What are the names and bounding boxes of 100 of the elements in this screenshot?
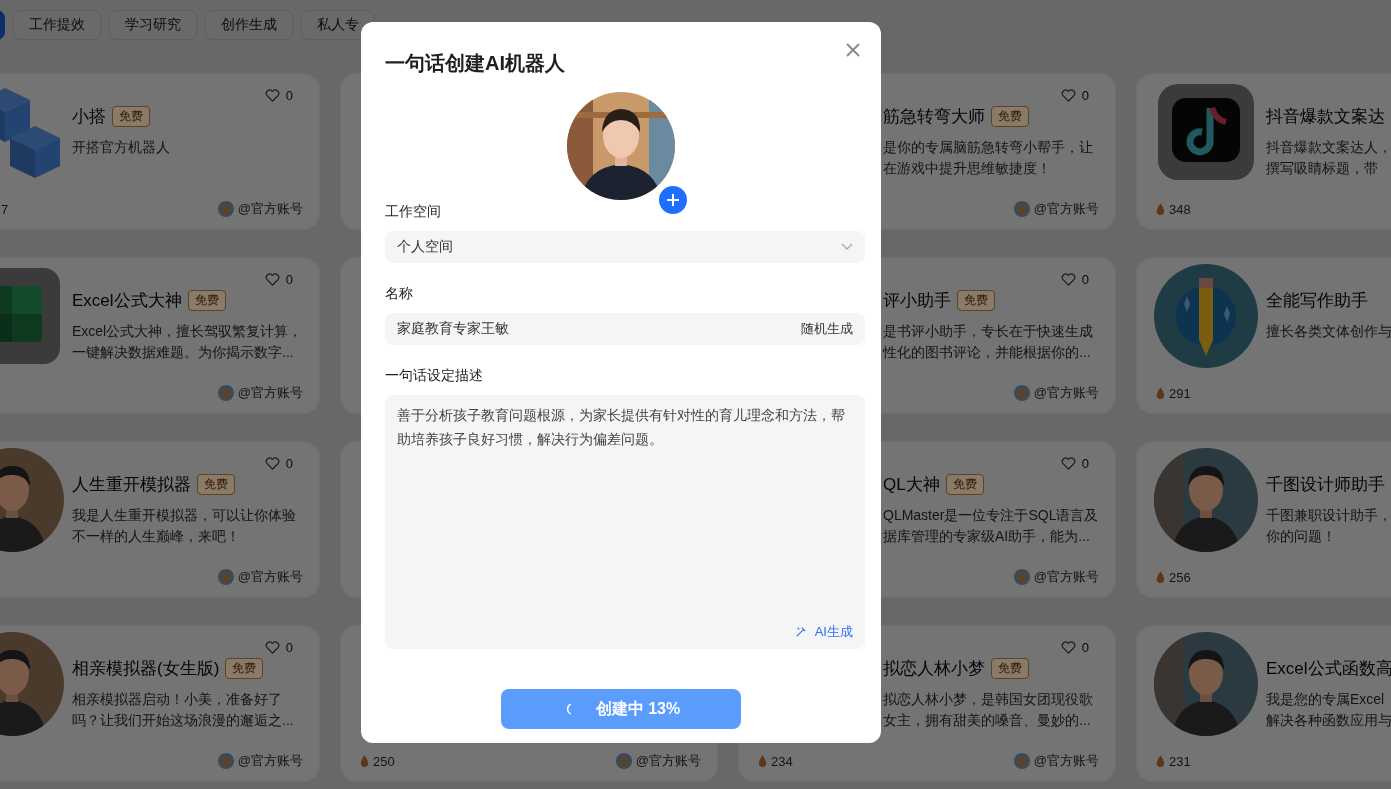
- field-label: 工作空间: [385, 203, 442, 221]
- like-count: 0: [285, 271, 293, 287]
- free-tag: 免费: [945, 473, 984, 495]
- dialog-title: 一句话创建AI机器人: [385, 51, 566, 76]
- bot-name: Excel公式函数高: [1266, 657, 1391, 680]
- bot-name: 筋急转弯大师: [883, 105, 985, 128]
- like-count: 0: [285, 639, 293, 655]
- heart-icon[interactable]: [1060, 455, 1076, 471]
- author-avatar-icon: [217, 201, 234, 217]
- author-name: @官方账号: [1033, 568, 1099, 586]
- bot-card[interactable]: 千图设计师助手 千图兼职设计助手， 你的问题！ 256: [1136, 441, 1391, 598]
- category-tab[interactable]: 私人专: [301, 10, 375, 40]
- magic-wand-icon: [794, 626, 807, 638]
- field-label: 名称: [385, 285, 414, 303]
- bot-name: 相亲模拟器(女生版): [72, 657, 220, 680]
- bot-card[interactable]: 0 人生重开模拟器 免费 我是人生重开模拟器，可以让你体验 不一样的人生巅峰，来吧！ @官方账号: [0, 441, 320, 598]
- description-field[interactable]: 善于分析孩子教育问题根源，为家长提供有针对性的育儿理念和方法，帮助培养孩子良好习惯，解决行为偏差问题。 AI生成: [385, 395, 865, 649]
- bot-name: 评小助手: [883, 289, 951, 312]
- bot-description: 撰写吸睛标题，带: [1266, 159, 1379, 178]
- bot-name: 小搭: [72, 105, 106, 128]
- bot-description: Excel公式大神，擅长驾驭繁复计算，: [72, 322, 303, 341]
- heart-icon[interactable]: [264, 455, 280, 471]
- bot-description: 解决各种函数应用与: [1266, 711, 1391, 730]
- like-count: 0: [285, 87, 293, 103]
- bot-name: 拟恋人林小梦: [883, 657, 985, 680]
- bot-card[interactable]: 抖音爆款文案达 抖音爆款文案达人， 撰写吸睛标题，带 348: [1136, 73, 1391, 230]
- bot-name: QL大神: [883, 473, 940, 496]
- bot-description: 不一样的人生巅峰，来吧！: [72, 527, 241, 546]
- bot-description: 擅长各类文体创作与: [1266, 322, 1391, 341]
- name-field[interactable]: 家庭教育专家王敏 随机生成: [385, 313, 865, 345]
- bot-card[interactable]: 全能写作助手 擅长各类文体创作与 291: [1136, 257, 1391, 414]
- plus-icon: [666, 193, 680, 207]
- author-avatar-icon: [1013, 569, 1030, 585]
- author-name: @官方账号: [1033, 200, 1099, 218]
- use-count: 250: [373, 753, 395, 769]
- author-name: @官方账号: [635, 752, 701, 770]
- heart-icon[interactable]: [1060, 271, 1076, 287]
- author-name: @官方账号: [237, 384, 303, 402]
- bot-description: 在游戏中提升思维敏捷度！: [883, 159, 1052, 178]
- use-count: 231: [1169, 753, 1191, 769]
- bot-card[interactable]: 0 相亲模拟器(女生版) 免费 相亲模拟器启动！小美，准备好了 吗？让我们开始这场浪漫的邂逅之... @官方账号: [0, 625, 320, 782]
- author-avatar-icon: [217, 385, 234, 401]
- heart-icon[interactable]: [1060, 639, 1076, 655]
- heart-icon[interactable]: [1060, 87, 1076, 103]
- use-count: 291: [1169, 385, 1191, 401]
- use-count: 256: [1169, 569, 1191, 585]
- author-avatar-icon: [1013, 201, 1030, 217]
- bot-description: QLMaster是一位专注于SQL语言及: [883, 506, 1099, 525]
- bot-card[interactable]: 0 Excel公式大神 免费 Excel公式大神，擅长驾驭繁复计算， 一键解决数据难题。为你揭示数字... @官方账号: [0, 257, 320, 414]
- like-count: 0: [1081, 455, 1089, 471]
- use-count: 7: [1, 201, 9, 217]
- like-count: 0: [1081, 271, 1089, 287]
- free-tag: 免费: [957, 289, 995, 311]
- heart-icon[interactable]: [264, 271, 280, 287]
- category-tab[interactable]: 创作生成: [205, 10, 293, 40]
- bot-name: 千图设计师助手: [1266, 473, 1385, 496]
- category-tab[interactable]: 工作提效: [13, 10, 101, 40]
- bot-description: 我是您的专属Excel: [1266, 690, 1386, 709]
- workspace-select[interactable]: 个人空间: [385, 231, 865, 263]
- bot-name: 全能写作助手: [1266, 289, 1368, 312]
- bot-description: 开搭官方机器人: [72, 138, 171, 157]
- author-name: @官方账号: [237, 200, 303, 218]
- use-count: 348: [1169, 201, 1191, 217]
- free-tag: 免费: [197, 473, 235, 495]
- free-tag: 免费: [991, 657, 1029, 679]
- bot-description: 据库管理的专家级AI助手，能为...: [883, 527, 1091, 546]
- bot-description: 你的问题！: [1266, 527, 1337, 546]
- bot-description: 是你的专属脑筋急转弯小帮手，让: [883, 138, 1094, 157]
- free-tag: 免费: [991, 105, 1029, 127]
- flame-icon: [1156, 202, 1165, 216]
- author-avatar-icon: [615, 753, 632, 769]
- use-count: 234: [771, 753, 793, 769]
- author-avatar-icon: [1013, 385, 1030, 401]
- bot-name: 人生重开模拟器: [72, 473, 191, 496]
- create-button[interactable]: 创建中 13%: [501, 689, 741, 729]
- chevron-down-icon: [841, 243, 853, 251]
- like-count: 0: [285, 455, 293, 471]
- free-tag: 免费: [225, 657, 264, 679]
- flame-icon: [1156, 386, 1165, 400]
- random-generate-button[interactable]: 随机生成: [801, 320, 853, 338]
- flame-icon: [360, 754, 369, 768]
- bot-card[interactable]: Excel公式函数高 我是您的专属Excel 解决各种函数应用与 231: [1136, 625, 1391, 782]
- heart-icon[interactable]: [264, 639, 280, 655]
- heart-icon[interactable]: [264, 87, 280, 103]
- ai-generate-button[interactable]: AI生成: [794, 623, 853, 641]
- free-tag: 免费: [187, 289, 226, 311]
- bot-card[interactable]: 0 小搭 免费 开搭官方机器人 7 @官方账号: [0, 73, 320, 230]
- bot-description: 拟恋人林小梦，是韩国女团现役歌: [883, 690, 1094, 709]
- flame-icon: [1156, 570, 1165, 584]
- author-name: @官方账号: [237, 752, 303, 770]
- bot-name: Excel公式大神: [72, 289, 182, 312]
- bot-description: 女主，拥有甜美的嗓音、曼妙的...: [883, 711, 1092, 730]
- close-button[interactable]: [846, 43, 860, 57]
- category-tab[interactable]: 学习研究: [109, 10, 197, 40]
- bot-description: 抖音爆款文案达人，: [1266, 138, 1391, 157]
- bot-description: 吗？让我们开始这场浪漫的邂逅之...: [72, 711, 295, 730]
- author-avatar-icon: [217, 569, 234, 585]
- bot-description: 相亲模拟器启动！小美，准备好了: [72, 690, 283, 709]
- author-avatar-icon: [1013, 753, 1030, 769]
- bot-description: 是书评小助手，专长在于快速生成: [883, 322, 1094, 341]
